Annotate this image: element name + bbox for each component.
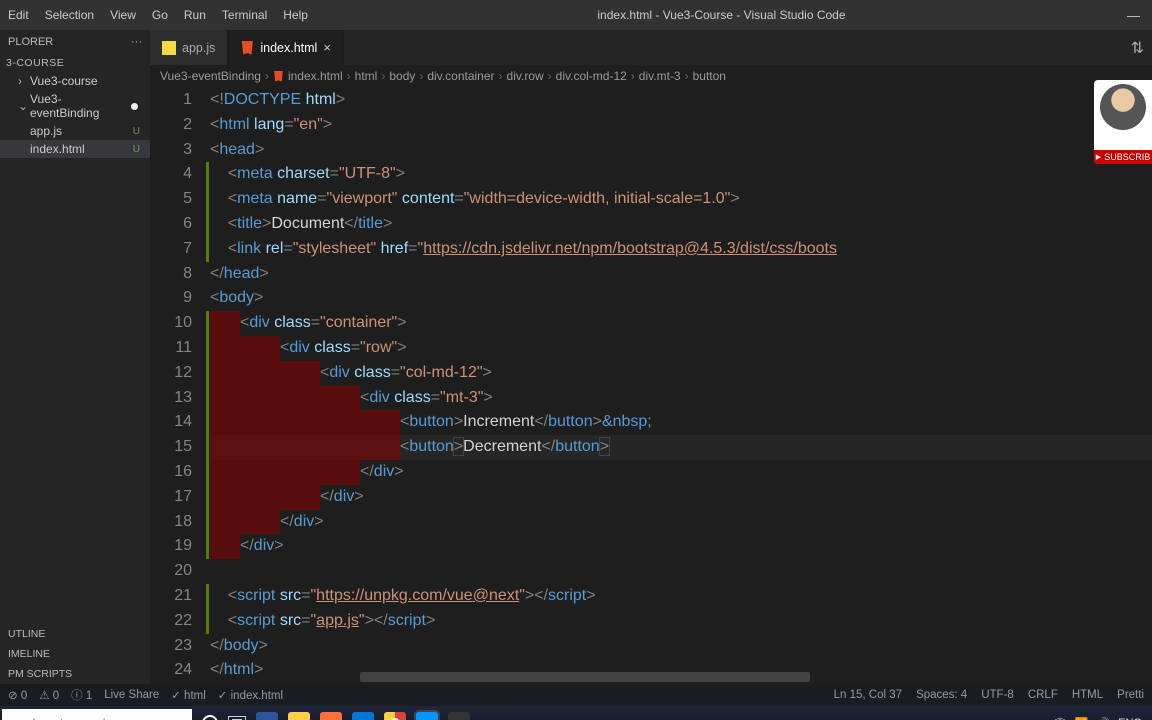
store-icon[interactable] xyxy=(352,712,374,720)
compare-changes-icon[interactable]: ⇅ xyxy=(1131,38,1144,58)
project-section-title[interactable]: 3-COURSE xyxy=(0,54,150,72)
tab-label: app.js xyxy=(182,41,215,55)
git-status-badge: U xyxy=(133,144,144,155)
status-info[interactable]: ⓘ 1 xyxy=(71,687,92,703)
menu-selection[interactable]: Selection xyxy=(37,0,102,30)
vscode-icon[interactable] xyxy=(416,712,438,720)
file-explorer-icon[interactable] xyxy=(288,712,310,720)
status-liveshare[interactable]: Live Share xyxy=(104,689,159,701)
minimize-button[interactable]: — xyxy=(1127,8,1140,23)
folder-vue3-course[interactable]: Vue3-course xyxy=(0,72,150,90)
file-label: index.html xyxy=(30,142,85,156)
status-eol[interactable]: CRLF xyxy=(1028,689,1058,701)
terminal-icon[interactable] xyxy=(448,712,470,720)
folder-label: Vue3-eventBinding xyxy=(30,92,127,120)
crumb-button[interactable]: button xyxy=(693,69,726,83)
breadcrumbs[interactable]: Vue3-eventBinding› index.html› html› bod… xyxy=(150,65,1152,87)
file-index-html[interactable]: index.html U xyxy=(0,140,150,158)
timeline-section[interactable]: IMELINE xyxy=(0,644,150,664)
line-numbers: 123456789101112131415161718192021222324 xyxy=(150,87,210,684)
explorer-more-icon[interactable]: ··· xyxy=(131,36,142,48)
explorer-title: PLORER xyxy=(8,36,53,48)
explorer-sidebar: PLORER ··· 3-COURSE Vue3-course Vue3-eve… xyxy=(0,30,150,684)
file-label: app.js xyxy=(30,124,62,138)
outline-section[interactable]: UTLINE xyxy=(0,624,150,644)
firefox-icon[interactable] xyxy=(320,712,342,720)
status-warnings[interactable]: ⚠ 0 xyxy=(39,688,59,702)
status-prettier[interactable]: Pretti xyxy=(1117,689,1144,701)
taskbar-app-icon[interactable] xyxy=(256,712,278,720)
tray-wifi-icon[interactable]: 📶 xyxy=(1075,717,1089,720)
menu-bar: Edit Selection View Go Run Terminal Help xyxy=(0,0,316,30)
js-icon xyxy=(162,41,176,55)
npm-scripts-section[interactable]: PM SCRIPTS xyxy=(0,664,150,684)
cortana-icon[interactable] xyxy=(202,715,218,720)
crumb-html[interactable]: html xyxy=(355,69,378,83)
tab-index-html[interactable]: index.html × xyxy=(228,30,344,65)
taskbar-search-input[interactable] xyxy=(2,709,192,720)
crumb-col[interactable]: div.col-md-12 xyxy=(556,69,627,83)
code-editor[interactable]: 123456789101112131415161718192021222324 … xyxy=(150,87,1152,684)
folder-label: Vue3-course xyxy=(30,74,98,88)
tab-label: index.html xyxy=(260,41,317,55)
taskview-icon[interactable] xyxy=(228,716,246,720)
status-spaces[interactable]: Spaces: 4 xyxy=(916,689,967,701)
tray-onedrive-icon[interactable]: ☁ xyxy=(1034,717,1045,720)
status-lang-html[interactable]: ✓ html xyxy=(171,688,206,702)
windows-taskbar: ㅅ ☁ 🛡 📶 🔊 ENG xyxy=(0,706,1152,720)
crumb-container[interactable]: div.container xyxy=(427,69,494,83)
status-cursor[interactable]: Ln 15, Col 37 xyxy=(834,689,902,701)
crumb-folder[interactable]: Vue3-eventBinding xyxy=(160,69,261,83)
crumb-mt3[interactable]: div.mt-3 xyxy=(639,69,681,83)
window-controls: — xyxy=(1127,8,1152,23)
tab-app-js[interactable]: app.js xyxy=(150,30,228,65)
status-encoding[interactable]: UTF-8 xyxy=(981,689,1014,701)
menu-help[interactable]: Help xyxy=(275,0,316,30)
window-title: index.html - Vue3-Course - Visual Studio… xyxy=(316,8,1127,22)
folder-modified-dot-icon xyxy=(131,103,138,110)
html-icon xyxy=(240,41,254,55)
file-app-js[interactable]: app.js U xyxy=(0,122,150,140)
menu-run[interactable]: Run xyxy=(176,0,214,30)
youtube-overlay[interactable]: SUBSCRIB xyxy=(1094,80,1152,164)
editor-area: app.js index.html × ⇅ Vue3-eventBinding›… xyxy=(150,30,1152,684)
crumb-label: index.html xyxy=(288,69,343,83)
menu-edit[interactable]: Edit xyxy=(0,0,37,30)
status-file-path[interactable]: ✓ index.html xyxy=(218,688,283,702)
status-lang[interactable]: HTML xyxy=(1072,689,1103,701)
status-bar: ⊘ 0 ⚠ 0 ⓘ 1 Live Share ✓ html ✓ index.ht… xyxy=(0,684,1152,706)
crumb-row[interactable]: div.row xyxy=(507,69,544,83)
editor-tabs: app.js index.html × ⇅ xyxy=(150,30,1152,65)
avatar-icon xyxy=(1100,84,1146,130)
menu-go[interactable]: Go xyxy=(144,0,176,30)
crumb-body[interactable]: body xyxy=(389,69,415,83)
close-icon[interactable]: × xyxy=(323,40,331,55)
subscribe-button[interactable]: SUBSCRIB xyxy=(1094,150,1152,164)
system-tray[interactable]: ㅅ ☁ 🛡 📶 🔊 ENG xyxy=(1016,715,1152,720)
html-icon xyxy=(273,71,284,82)
horizontal-scrollbar[interactable] xyxy=(360,672,810,682)
tray-defender-icon[interactable]: 🛡 xyxy=(1053,717,1067,720)
chrome-icon[interactable] xyxy=(384,712,406,720)
status-errors[interactable]: ⊘ 0 xyxy=(8,688,27,702)
titlebar: Edit Selection View Go Run Terminal Help… xyxy=(0,0,1152,30)
crumb-file[interactable]: index.html xyxy=(273,69,343,83)
menu-view[interactable]: View xyxy=(102,0,144,30)
code-content[interactable]: <!DOCTYPE html><html lang="en"><head> <m… xyxy=(210,87,1152,684)
folder-vue3-eventbinding[interactable]: Vue3-eventBinding xyxy=(0,90,150,122)
git-status-badge: U xyxy=(133,126,144,137)
tray-chevron-icon[interactable]: ㅅ xyxy=(1016,715,1026,720)
menu-terminal[interactable]: Terminal xyxy=(214,0,275,30)
tray-volume-icon[interactable]: 🔊 xyxy=(1096,717,1110,720)
